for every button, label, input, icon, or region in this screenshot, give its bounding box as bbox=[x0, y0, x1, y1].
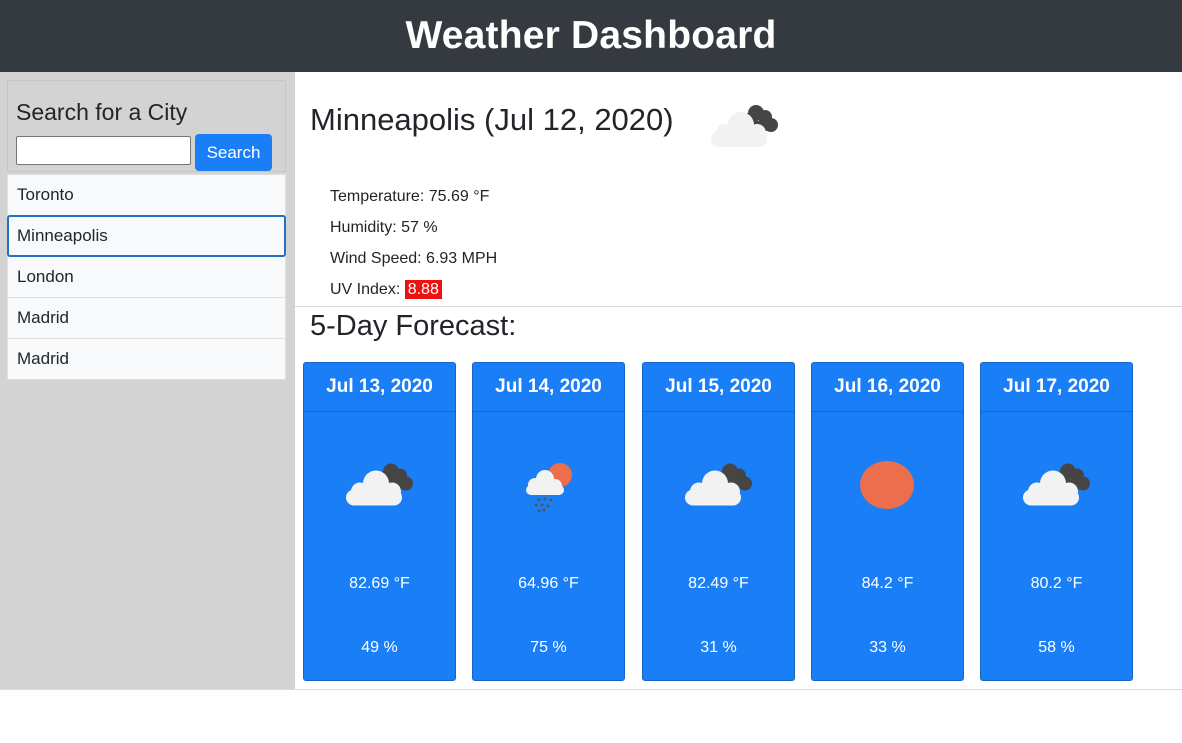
current-city-title: Minneapolis (Jul 12, 2020) bbox=[310, 102, 674, 137]
city-item-minneapolis[interactable]: Minneapolis bbox=[7, 215, 286, 257]
app-title: Weather Dashboard bbox=[405, 14, 777, 57]
forecast-title: 5-Day Forecast: bbox=[310, 310, 517, 342]
forecast-temperature: 64.96 °F bbox=[518, 575, 579, 592]
uv-index-badge: 8.88 bbox=[404, 280, 442, 299]
search-card: Search for a City Search bbox=[7, 80, 286, 172]
rain-sun-icon bbox=[509, 453, 589, 513]
forecast-temperature: 84.2 °F bbox=[861, 575, 914, 592]
forecast-card: Jul 13, 2020 82.69 °F 49 % bbox=[303, 362, 456, 681]
search-button[interactable]: Search bbox=[195, 134, 272, 171]
forecast-humidity: 31 % bbox=[700, 639, 737, 656]
forecast-temperature: 82.49 °F bbox=[688, 575, 749, 592]
forecast-card: Jul 15, 2020 82.49 °F 31 % bbox=[642, 362, 795, 681]
navbar: Weather Dashboard bbox=[0, 0, 1182, 72]
current-uv: UV Index: 8.88 bbox=[330, 280, 442, 299]
forecast-date: Jul 17, 2020 bbox=[981, 363, 1132, 412]
forecast-card: Jul 17, 2020 80.2 °F 58 % bbox=[980, 362, 1133, 681]
main-content: Minneapolis (Jul 12, 2020) Temperature: … bbox=[295, 72, 1182, 690]
forecast-date: Jul 16, 2020 bbox=[812, 363, 963, 412]
forecast-card: Jul 16, 2020 84.2 °F 33 % bbox=[811, 362, 964, 681]
city-search-input[interactable] bbox=[16, 136, 191, 165]
forecast-date: Jul 14, 2020 bbox=[473, 363, 624, 412]
cloudy-icon bbox=[340, 453, 420, 513]
cloudy-icon bbox=[1017, 453, 1097, 513]
current-temperature: Temperature: 75.69 °F bbox=[330, 188, 490, 205]
city-item-toronto[interactable]: Toronto bbox=[7, 174, 286, 216]
current-wind-speed: Wind Speed: 6.93 MPH bbox=[330, 250, 498, 267]
forecast-temperature: 82.69 °F bbox=[349, 575, 410, 592]
sun-icon bbox=[848, 453, 928, 513]
sidebar: Search for a City Search Toronto Minneap… bbox=[0, 72, 295, 690]
city-item-madrid-2[interactable]: Madrid bbox=[7, 338, 286, 380]
forecast-humidity: 58 % bbox=[1038, 639, 1075, 656]
forecast-humidity: 75 % bbox=[530, 639, 567, 656]
forecast-humidity: 33 % bbox=[869, 639, 906, 656]
forecast-date: Jul 15, 2020 bbox=[643, 363, 794, 412]
cloudy-icon bbox=[679, 453, 759, 513]
forecast-temperature: 80.2 °F bbox=[1030, 575, 1083, 592]
footer-divider bbox=[0, 689, 1182, 690]
city-history-list: Toronto Minneapolis London Madrid Madrid bbox=[7, 174, 286, 380]
current-humidity: Humidity: 57 % bbox=[330, 219, 438, 236]
forecast-date: Jul 13, 2020 bbox=[304, 363, 455, 412]
cloudy-icon bbox=[705, 97, 785, 152]
city-item-madrid[interactable]: Madrid bbox=[7, 297, 286, 339]
forecast-card: Jul 14, 2020 64.96 °F 75 % bbox=[472, 362, 625, 681]
forecast-humidity: 49 % bbox=[361, 639, 398, 656]
city-item-london[interactable]: London bbox=[7, 256, 286, 298]
uv-label: UV Index: bbox=[330, 281, 405, 298]
current-weather: Minneapolis (Jul 12, 2020) Temperature: … bbox=[295, 72, 1182, 307]
search-title: Search for a City bbox=[16, 99, 188, 125]
